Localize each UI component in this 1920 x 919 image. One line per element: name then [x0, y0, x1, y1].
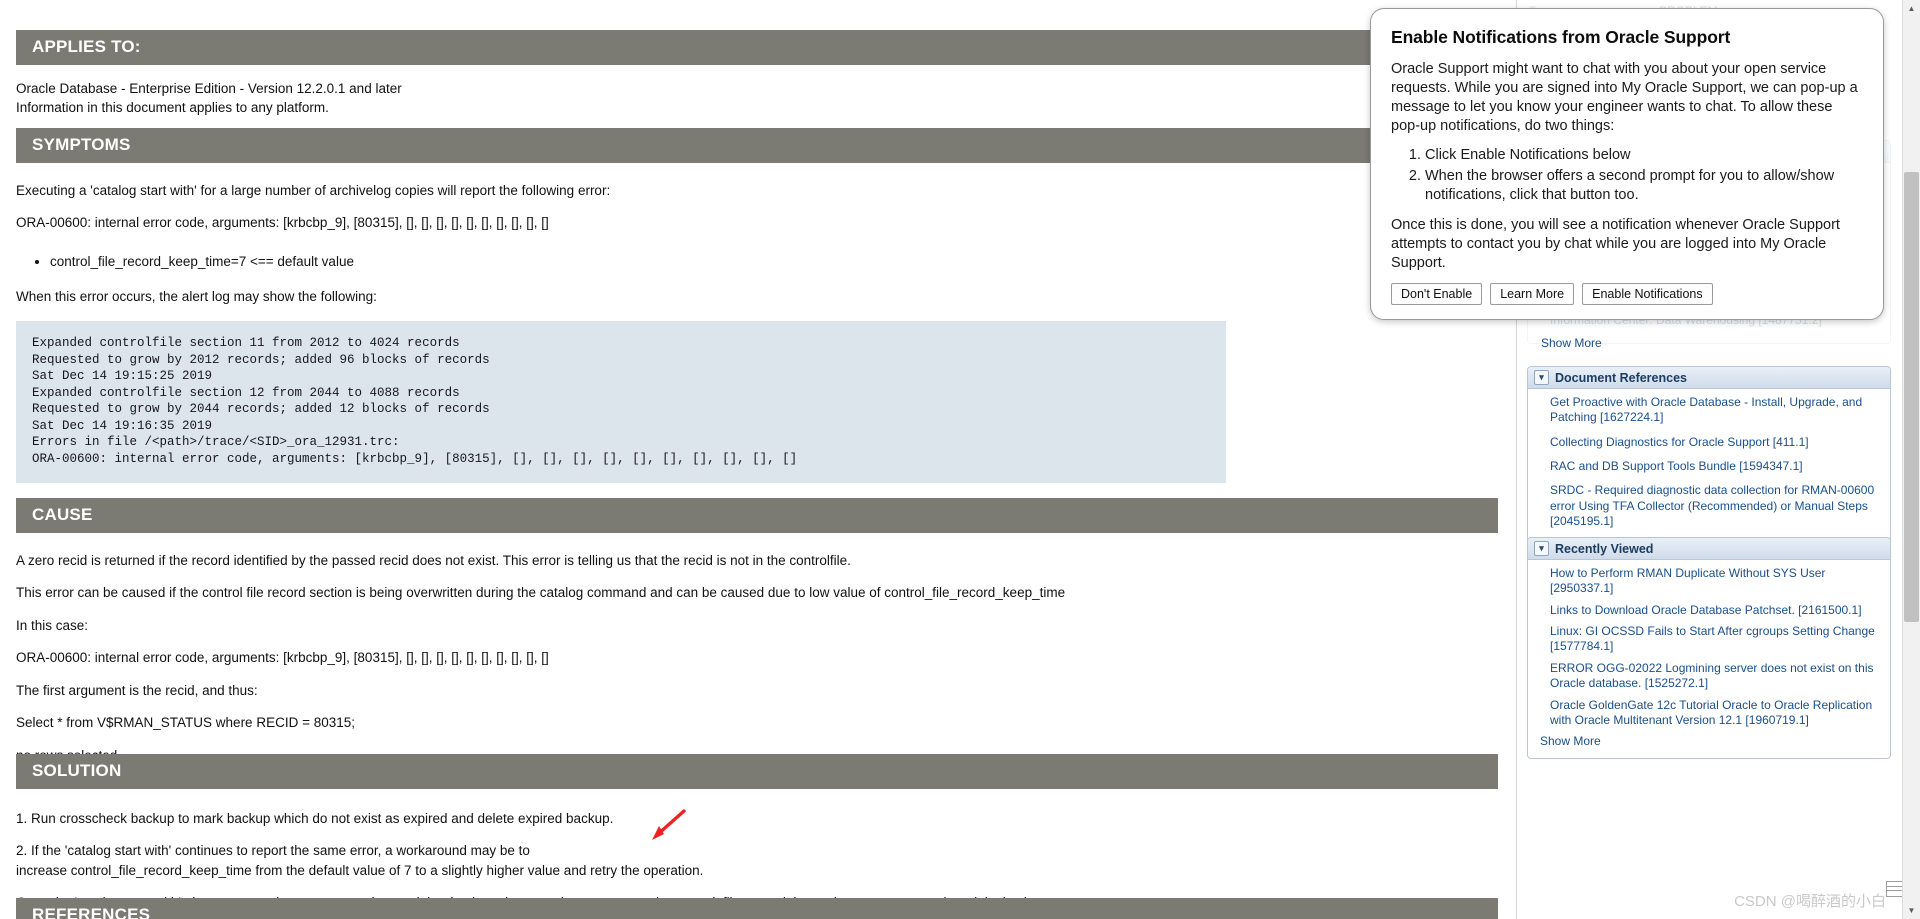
panel-header-recently-viewed[interactable]: ▾ Recently Viewed [1528, 538, 1890, 560]
solution-step-1: 1. Run crosscheck backup to mark backup … [16, 811, 614, 826]
section-header-symptoms: SYMPTOMS [16, 128, 1498, 163]
section-header-cause: CAUSE [16, 498, 1498, 533]
annotation-arrow-icon [652, 809, 686, 840]
panel-header-document-references[interactable]: ▾ Document References [1528, 367, 1890, 389]
dialog-paragraph-1: Oracle Support might want to chat with y… [1391, 61, 1858, 134]
cause-paragraph-1: A zero recid is returned if the record i… [16, 553, 851, 568]
list-item[interactable]: Collecting Diagnostics for Oracle Suppor… [1550, 435, 1882, 450]
csdn-watermark: CSDN @喝醉酒的小白 [1734, 893, 1886, 910]
cause-sql-query: Select * from V$RMAN_STATUS where RECID … [16, 715, 355, 731]
enable-notifications-button[interactable]: Enable Notifications [1582, 283, 1713, 306]
cause-paragraph-5: The first argument is the recid, and thu… [16, 682, 258, 698]
show-more-recently-viewed[interactable]: Show More [1540, 734, 1882, 748]
dont-enable-button[interactable]: Don't Enable [1391, 283, 1483, 306]
scroll-up-arrow-icon[interactable]: ▲ [1903, 0, 1920, 17]
list-item[interactable]: Oracle GoldenGate 12c Tutorial Oracle to… [1550, 698, 1882, 729]
learn-more-button[interactable]: Learn More [1490, 283, 1575, 306]
solution-step-2-line-1: 2. If the 'catalog start with' continues… [16, 843, 530, 859]
list-item[interactable]: Get Proactive with Oracle Database - Ins… [1550, 395, 1882, 426]
page-root: APPLIES TO: Oracle Database - Enterprise… [0, 0, 1920, 919]
list-item[interactable]: RAC and DB Support Tools Bundle [1594347… [1550, 459, 1882, 474]
panel-title: Document References [1555, 370, 1687, 385]
panel-body-recently-viewed: How to Perform RMAN Duplicate Without SY… [1528, 560, 1890, 758]
cause-paragraph-2: This error can be caused if the control … [16, 585, 1066, 601]
applies-to-line-1: Oracle Database - Enterprise Edition - V… [16, 81, 402, 96]
list-item: When the browser offers a second prompt … [1425, 167, 1863, 205]
section-references: REFERENCES [0, 898, 1516, 919]
scroll-down-arrow-icon[interactable]: ▼ [1903, 902, 1920, 919]
section-cause: CAUSE A zero recid is returned if the re… [0, 498, 1516, 764]
list-item: Click Enable Notifications below [1425, 146, 1863, 165]
dialog-button-row: Don't Enable Learn More Enable Notificat… [1391, 283, 1863, 306]
scrollbar-thumb[interactable] [1904, 172, 1919, 622]
section-solution: SOLUTION 1. Run crosscheck backup to mar… [0, 754, 1516, 912]
chevron-down-icon[interactable]: ▾ [1534, 370, 1549, 385]
list-item[interactable]: Linux: GI OCSSD Fails to Start After cgr… [1550, 624, 1882, 655]
cause-error-code: ORA-00600: internal error code, argument… [16, 650, 549, 666]
symptoms-alert-intro: When this error occurs, the alert log ma… [16, 288, 377, 304]
dialog-title: Enable Notifications from Oracle Support [1391, 27, 1731, 47]
dialog-paragraph-2: Once this is done, you will see a notifi… [1391, 216, 1840, 271]
list-item[interactable]: ERROR OGG-02022 Logmining server does no… [1550, 661, 1882, 692]
alert-log-code-block: Expanded controlfile section 11 from 201… [16, 321, 1226, 484]
section-symptoms: SYMPTOMS Executing a 'catalog start with… [0, 128, 1516, 484]
section-header-applies-to: APPLIES TO: [16, 30, 1498, 65]
symptoms-bullet-list: control_file_record_keep_time=7 <== defa… [16, 254, 1516, 269]
list-item[interactable]: Links to Download Oracle Database Patchs… [1550, 603, 1882, 618]
list-item[interactable]: How to Perform RMAN Duplicate Without SY… [1550, 566, 1882, 597]
symptoms-error-code: ORA-00600: internal error code, argument… [16, 215, 549, 231]
symptoms-intro: Executing a 'catalog start with' for a l… [16, 183, 611, 198]
solution-steps: 1. Run crosscheck backup to mark backup … [0, 811, 1516, 879]
page-scrollbar[interactable]: ▲ ▼ [1902, 0, 1920, 919]
applies-to-line-2: Information in this document applies to … [16, 100, 329, 116]
list-item[interactable]: SRDC - Required diagnostic data collecti… [1550, 483, 1882, 529]
panel-document-references[interactable]: ▾ Document References Get Proactive with… [1527, 366, 1891, 546]
section-applies-to: APPLIES TO: Oracle Database - Enterprise… [0, 30, 1516, 117]
list-item: control_file_record_keep_time=7 <== defa… [50, 254, 1516, 269]
panel-title: Recently Viewed [1555, 541, 1654, 556]
enable-notifications-dialog: Enable Notifications from Oracle Support… [1370, 8, 1884, 321]
cause-paragraph-3: In this case: [16, 617, 89, 633]
dialog-steps-list: Click Enable Notifications below When th… [1391, 146, 1863, 205]
knowledge-article-body: APPLIES TO: Oracle Database - Enterprise… [0, 0, 1516, 919]
solution-step-2-line-2: increase control_file_record_keep_time f… [16, 862, 704, 878]
panel-recently-viewed[interactable]: ▾ Recently Viewed How to Perform RMAN Du… [1527, 537, 1891, 760]
section-header-references: REFERENCES [16, 898, 1498, 919]
section-header-solution: SOLUTION [16, 754, 1498, 789]
chevron-down-icon[interactable]: ▾ [1534, 541, 1549, 556]
panel-body-document-references: Get Proactive with Oracle Database - Ins… [1528, 389, 1890, 545]
show-more-information-centers[interactable]: Show More [1541, 336, 1602, 350]
